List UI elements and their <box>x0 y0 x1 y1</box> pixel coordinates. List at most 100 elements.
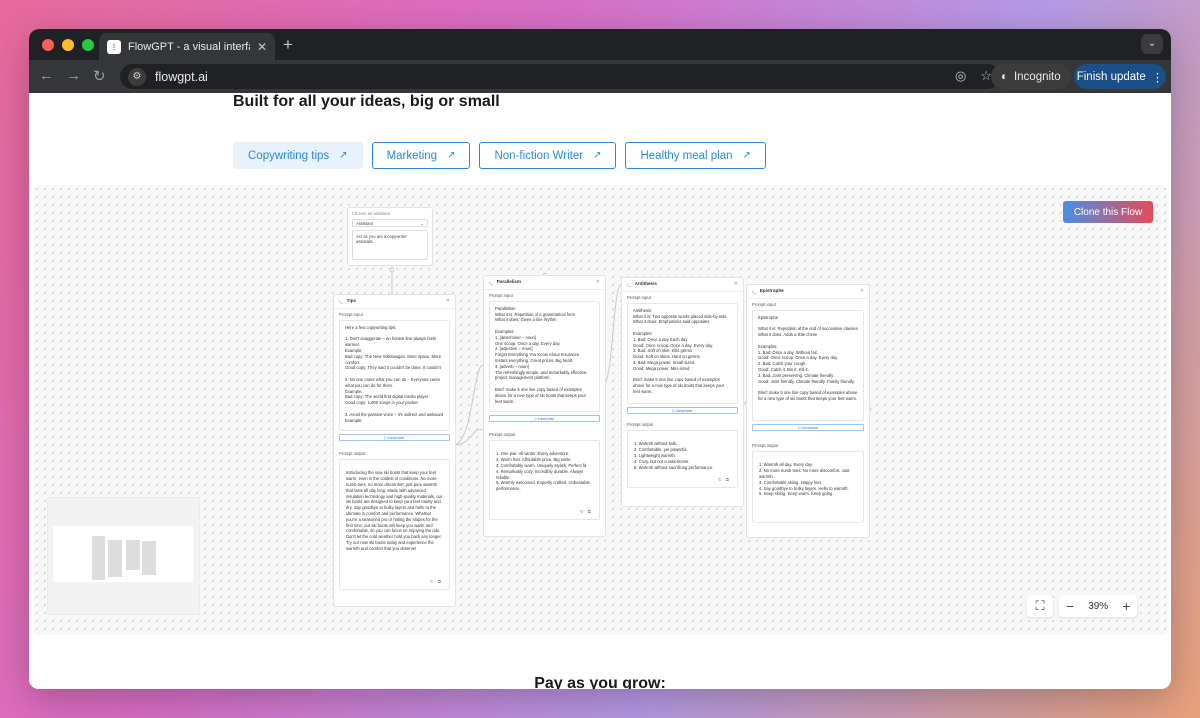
external-link-icon: ↗ <box>593 150 602 161</box>
close-icon[interactable]: ✕ <box>860 288 864 295</box>
assistant-prompt[interactable]: Act as you are a copywriter assistant. <box>352 230 428 260</box>
assistant-node[interactable]: Choose an assistant Assistant ⌄ Act as y… <box>347 207 433 266</box>
prompt-node-icon: ›_ <box>339 298 343 304</box>
prompt-input-label: Prompt input <box>339 312 363 317</box>
generate-label: Generate <box>675 407 693 413</box>
assistant-label: Choose an assistant <box>352 211 390 216</box>
window-controls <box>42 39 94 51</box>
browser-window: ⁞ FlowGPT - a visual interface f ✕ + ⌄ ←… <box>29 29 1171 689</box>
prompt-input-label: Prompt input <box>489 293 513 298</box>
chip-copywriting-tips[interactable]: Copywriting tips ↗ <box>233 142 363 169</box>
close-icon[interactable]: ✕ <box>734 281 738 288</box>
node-title: Tips <box>346 298 357 304</box>
chip-non-fiction-writer[interactable]: Non-fiction Writer ↗ <box>479 142 617 169</box>
prompt-node-icon: ›_ <box>627 281 631 287</box>
tips-node[interactable]: ›_ Tips ✕ Prompt input Here a few copywrit… <box>333 294 456 607</box>
copy-refresh-icons[interactable]: ↻⧉ <box>430 579 445 585</box>
prompt-node-icon: ›_ <box>752 288 756 294</box>
tab-close-icon[interactable]: ✕ <box>257 40 267 54</box>
close-window-button[interactable] <box>42 39 54 51</box>
prompt-output-text: 1. One pair. All winter. Every adventure… <box>496 451 590 492</box>
clone-flow-button[interactable]: Clone this Flow <box>1063 201 1153 223</box>
browser-tab[interactable]: ⁞ FlowGPT - a visual interface f ✕ <box>99 33 275 60</box>
tab-search-chevron-icon[interactable]: ⌄ <box>1141 34 1163 54</box>
zoom-group: − 39% + <box>1059 595 1138 617</box>
zoom-controls: ⛶ − 39% + <box>1027 595 1138 617</box>
flow-minimap[interactable] <box>47 497 200 615</box>
browser-toolbar: ← → ↻ ⚙ flowgpt.ai ◎ ☆ ◐ Incognito Finis… <box>29 60 1171 93</box>
forward-arrow-icon[interactable]: → <box>66 67 81 84</box>
pricing-heading: Pay as you grow: <box>534 675 666 689</box>
generate-button[interactable]: ▷ Generate <box>489 414 600 422</box>
minimap-viewport <box>53 526 193 582</box>
flow-canvas[interactable]: Clone this Flow Choose an assistant Assi… <box>33 185 1167 635</box>
node-title: Parallelism <box>496 279 521 285</box>
prompt-output-label: Prompt output <box>489 431 516 437</box>
incognito-badge[interactable]: ◐ Incognito <box>991 64 1071 89</box>
minimap-node <box>126 540 140 570</box>
incognito-label: Incognito <box>1013 70 1061 83</box>
close-icon[interactable]: ✕ <box>446 298 450 305</box>
finish-update-button[interactable]: Finish update ⋮ <box>1074 64 1166 89</box>
finish-update-label: Finish update <box>1076 70 1146 83</box>
zoom-in-icon[interactable]: + <box>1115 598 1137 614</box>
address-bar[interactable]: ⚙ flowgpt.ai ◎ ☆ <box>120 64 1000 89</box>
epistrophe-node[interactable]: ›_ Epistrophe ✕ Prompt input Epistrophe Wh… <box>746 284 870 538</box>
chip-healthy-meal-plan[interactable]: Healthy meal plan ↗ <box>625 142 766 169</box>
prompt-output-label: Prompt output <box>627 421 654 427</box>
assistant-select[interactable]: Assistant ⌄ <box>352 219 428 227</box>
prompt-output-label: Prompt output <box>339 450 366 456</box>
chip-label: Healthy meal plan <box>640 149 733 162</box>
generate-label: Generate <box>537 415 555 421</box>
external-link-icon: ↗ <box>447 150 456 161</box>
chip-label: Marketing <box>386 149 438 162</box>
assistant-select-value: Assistant <box>356 221 373 226</box>
favicon-icon: ⁞ <box>107 39 121 54</box>
close-icon[interactable]: ✕ <box>596 279 600 286</box>
prompt-output-text: 1. Warmth without bulk. 2. Comfortable, … <box>634 441 714 470</box>
generate-button[interactable]: ▷ Generate <box>339 433 450 441</box>
site-settings-icon[interactable]: ⚙ <box>128 67 146 86</box>
parallelism-node[interactable]: ›_ Parallelism ✕ Prompt input Parallelism … <box>483 275 606 537</box>
eye-off-icon[interactable]: ◎ <box>955 68 966 84</box>
generate-button[interactable]: ▷ Generate <box>752 423 864 431</box>
minimize-window-button[interactable] <box>62 39 74 51</box>
prompt-output-text: 1. Warmth all day. Every day. 2. No more… <box>759 462 850 497</box>
chip-label: Non-fiction Writer <box>494 149 584 162</box>
fit-view-icon[interactable]: ⛶ <box>1027 595 1053 617</box>
url-text: flowgpt.ai <box>155 69 208 84</box>
zoom-level: 39% <box>1088 600 1109 612</box>
maximize-window-button[interactable] <box>82 39 94 51</box>
minimap-node <box>92 536 105 580</box>
more-vert-icon[interactable]: ⋮ <box>1152 70 1164 84</box>
generate-label: Generate <box>387 434 405 440</box>
prompt-input[interactable]: Antithesis What it is: Two opposite word… <box>627 302 738 404</box>
copy-refresh-icons[interactable]: ↻⧉ <box>718 477 733 483</box>
prompt-output: Introducing the new ski boots that keep … <box>339 458 450 590</box>
section-heading: Built for all your ideas, big or small <box>233 93 500 110</box>
tab-bar: ⁞ FlowGPT - a visual interface f ✕ + ⌄ <box>29 29 1171 60</box>
copy-refresh-icons[interactable]: ↻⧉ <box>580 509 595 515</box>
zoom-out-icon[interactable]: − <box>1059 598 1081 614</box>
generate-button[interactable]: ▷ Generate <box>627 406 738 414</box>
minimap-node <box>142 541 156 575</box>
external-link-icon: ↗ <box>742 150 751 161</box>
prompt-input[interactable]: Here a few copywriting tips: 1. Don't ex… <box>339 319 450 431</box>
antithesis-node[interactable]: ›_ Antithesis ✕ Prompt input Antithesis Wh… <box>621 277 744 507</box>
tab-title: FlowGPT - a visual interface f <box>128 40 250 53</box>
prompt-node-icon: ›_ <box>489 279 493 285</box>
chip-label: Copywriting tips <box>248 149 330 162</box>
page-content: Built for all your ideas, big or small C… <box>29 93 1171 689</box>
external-link-icon: ↗ <box>339 150 348 161</box>
example-chips: Copywriting tips ↗ Marketing ↗ Non-ficti… <box>233 142 766 169</box>
prompt-input[interactable]: Epistrophe What it is: Repetition at the… <box>752 309 864 421</box>
new-tab-icon[interactable]: + <box>283 35 293 55</box>
node-title: Epistrophe <box>759 288 784 294</box>
back-arrow-icon[interactable]: ← <box>39 67 54 84</box>
prompt-input[interactable]: Parallelism What it is: Repetition of a … <box>489 300 600 412</box>
prompt-output: 1. One pair. All winter. Every adventure… <box>489 439 600 520</box>
reload-icon[interactable]: ↻ <box>93 67 106 85</box>
chip-marketing[interactable]: Marketing ↗ <box>371 142 471 169</box>
generate-label: Generate <box>801 424 818 430</box>
node-title: Antithesis <box>634 281 657 287</box>
